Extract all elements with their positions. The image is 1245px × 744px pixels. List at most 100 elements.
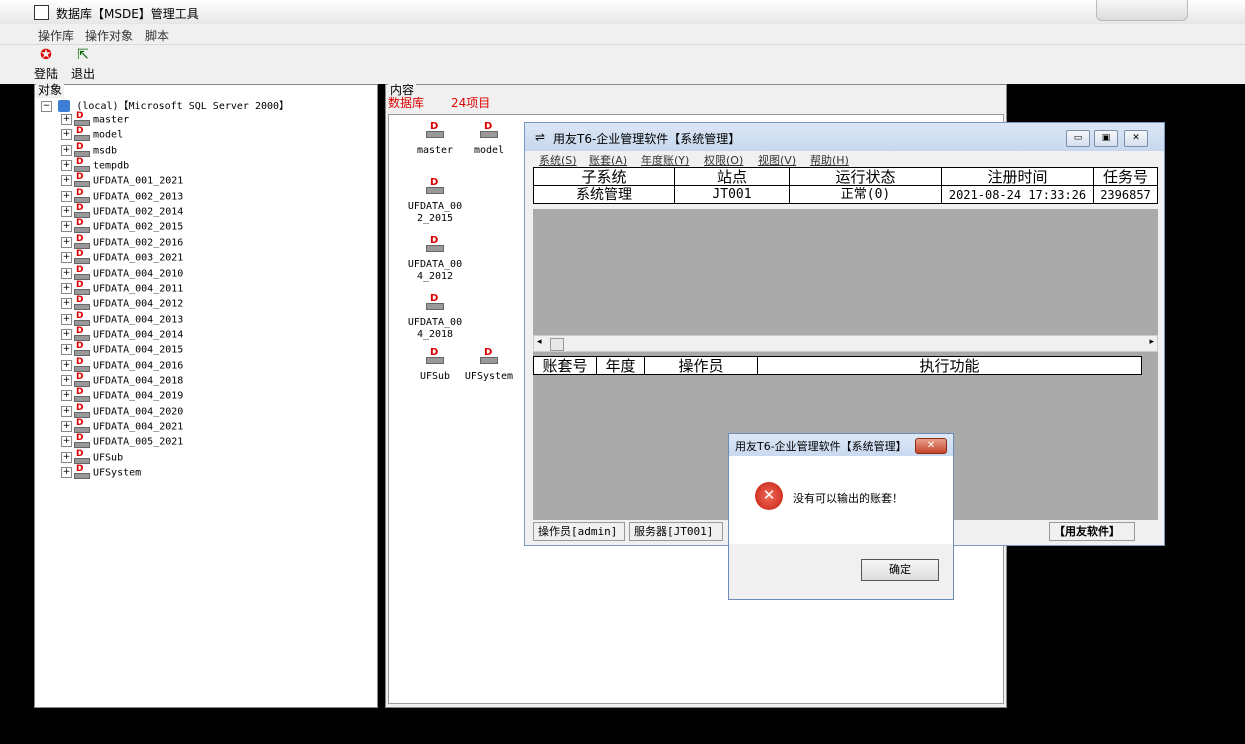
database-icon: D — [74, 418, 90, 433]
database-icon: D — [74, 403, 90, 418]
expand-icon[interactable]: + — [61, 374, 72, 386]
expand-icon[interactable]: + — [61, 236, 72, 248]
dialog-close-button[interactable]: ✕ — [915, 438, 947, 454]
expand-icon[interactable]: + — [61, 282, 72, 294]
expand-icon[interactable]: + — [61, 221, 72, 233]
expand-icon[interactable]: + — [61, 436, 72, 448]
grid1-cell[interactable]: 2021-08-24 17:33:26 — [941, 185, 1094, 204]
login-button[interactable]: ✪ 登陆 — [31, 47, 61, 83]
grid1-header-status[interactable]: 运行状态 — [789, 167, 942, 186]
grid1-cell[interactable]: 正常(0) — [789, 185, 942, 204]
tree-item-label: UFDATA_004_2021 — [93, 421, 184, 433]
expand-icon[interactable]: + — [61, 421, 72, 432]
tree-item-label: UFSystem — [93, 467, 142, 479]
grid1-header-site[interactable]: 站点 — [674, 167, 790, 186]
db-icon-item[interactable]: D UFDATA_00 4_2018 — [395, 293, 475, 341]
tree-item-label: UFDATA_004_2011 — [93, 283, 184, 295]
expand-icon[interactable]: + — [61, 144, 72, 156]
expand-icon[interactable]: + — [61, 175, 72, 187]
expand-icon[interactable]: + — [61, 328, 72, 340]
status-operator: 操作员[admin] — [533, 522, 625, 541]
grid1-cell[interactable]: 系统管理 — [533, 185, 675, 204]
db-label: 数据库 — [388, 96, 425, 110]
database-icon: D — [426, 121, 444, 141]
menu-item-script[interactable]: 脚本 — [145, 27, 169, 44]
error-icon: ✕ — [755, 482, 783, 510]
grid1-header-subsystem[interactable]: 子系统 — [533, 167, 675, 186]
expand-icon[interactable]: + — [61, 129, 72, 141]
tree-item-label: UFDATA_004_2020 — [93, 406, 184, 418]
database-icon: D — [74, 372, 90, 387]
tree-item[interactable]: + D UFSystem — [61, 464, 142, 481]
grid2-header-function[interactable]: 执行功能 — [757, 356, 1142, 375]
collapse-icon[interactable]: − — [41, 100, 52, 112]
expand-icon[interactable]: + — [61, 190, 72, 202]
database-icon: D — [74, 357, 90, 372]
grid1-cell[interactable]: 2396857 — [1093, 185, 1158, 204]
tree-item-label: UFDATA_004_2015 — [93, 344, 184, 356]
scroll-left-icon[interactable]: ◂ — [537, 337, 542, 347]
menu-bar: 操作库 操作对象 脚本 — [0, 24, 1245, 45]
grid2-header-account[interactable]: 账套号 — [533, 356, 597, 375]
tree-item[interactable]: + D UFSub — [61, 449, 123, 466]
item-count: 24项目 — [451, 96, 491, 110]
scroll-thumb[interactable] — [550, 338, 564, 351]
database-icon: D — [74, 449, 90, 464]
expand-icon[interactable]: + — [61, 160, 72, 172]
t6-menu-account[interactable]: 账套(A) — [589, 152, 627, 168]
t6-title-bar: ⇌ 用友T6-企业管理软件【系统管理】 ▭ ▣ ✕ — [525, 123, 1164, 151]
expand-icon[interactable]: + — [61, 206, 72, 218]
database-icon: D — [74, 234, 90, 249]
db-icon-item[interactable]: Dmodel — [449, 121, 529, 157]
tree-item-label: UFDATA_002_2016 — [93, 237, 184, 249]
db-icon-item[interactable]: D UFDATA_00 4_2012 — [395, 235, 475, 283]
tree-root[interactable]: − (local)【Microsoft SQL Server 2000】 — [41, 97, 289, 112]
expand-icon[interactable]: + — [61, 252, 72, 264]
t6-menu-help[interactable]: 帮助(H) — [810, 152, 849, 168]
window-controls[interactable] — [1096, 0, 1188, 21]
database-icon: D — [74, 387, 90, 403]
expand-icon[interactable]: + — [61, 405, 72, 417]
scroll-right-icon[interactable]: ▸ — [1149, 337, 1154, 347]
menu-item-db[interactable]: 操作库 — [38, 27, 74, 44]
database-icon: D — [74, 111, 90, 126]
tree-item[interactable]: + Dmodel — [61, 126, 123, 143]
ok-button[interactable]: 确定 — [861, 559, 939, 581]
expand-icon[interactable]: + — [61, 114, 72, 125]
expand-icon[interactable]: + — [61, 467, 72, 479]
expand-icon[interactable]: + — [61, 390, 72, 402]
expand-icon[interactable]: + — [61, 298, 72, 310]
db-icon-item[interactable]: D UFSystem — [449, 347, 529, 383]
t6-menu-system[interactable]: 系统(S) — [539, 152, 577, 168]
database-icon: D — [426, 235, 444, 255]
expand-icon[interactable]: + — [61, 359, 72, 371]
grid1-cell[interactable]: JT001 — [674, 185, 790, 204]
t6-app-icon: ⇌ — [535, 130, 546, 144]
database-icon: D — [74, 172, 90, 188]
db-icon-item[interactable]: D UFDATA_00 2_2015 — [395, 177, 475, 225]
close-button[interactable]: ✕ — [1124, 130, 1148, 147]
tree-item[interactable]: + Dmaster — [61, 111, 129, 128]
t6-menu-permission[interactable]: 权限(O) — [704, 152, 743, 168]
database-icon: D — [480, 347, 498, 367]
grid2-header-operator[interactable]: 操作员 — [644, 356, 758, 375]
expand-icon[interactable]: + — [61, 344, 72, 356]
expand-icon[interactable]: + — [61, 267, 72, 279]
toolbar: ✪ 登陆 ⇱ 退出 — [0, 45, 1245, 84]
grid1-header-regtime[interactable]: 注册时间 — [941, 167, 1094, 186]
t6-menu-view[interactable]: 视图(V) — [758, 152, 796, 168]
expand-icon[interactable]: + — [61, 451, 72, 463]
grid2-header-year[interactable]: 年度 — [596, 356, 645, 375]
t6-menu-yearbook[interactable]: 年度账(Y) — [641, 152, 689, 168]
maximize-button[interactable]: ▣ — [1094, 130, 1118, 147]
grid1-header-task[interactable]: 任务号 — [1093, 167, 1158, 186]
tree-item[interactable]: + Dtempdb — [61, 157, 129, 174]
exit-button[interactable]: ⇱ 退出 — [68, 47, 98, 83]
menu-item-object[interactable]: 操作对象 — [85, 27, 133, 44]
tree-root-label: (local)【Microsoft SQL Server 2000】 — [76, 101, 290, 112]
expand-icon[interactable]: + — [61, 313, 72, 325]
tree-item-label: UFDATA_004_2019 — [93, 390, 184, 402]
minimize-button[interactable]: ▭ — [1066, 130, 1090, 147]
horizontal-scrollbar[interactable]: ◂ ▸ — [533, 335, 1158, 352]
tree-item[interactable]: + Dmsdb — [61, 142, 117, 159]
